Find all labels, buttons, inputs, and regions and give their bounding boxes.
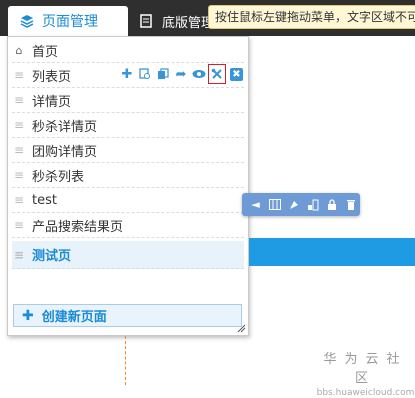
drag-handle-icon[interactable]: ≡ — [12, 248, 26, 262]
page-item-test[interactable]: ≡ test — [12, 188, 244, 213]
page-item-test-page[interactable]: ≡ 测试页 — [12, 241, 244, 269]
resize-handle-icon[interactable] — [237, 324, 246, 333]
create-page-button[interactable]: ✚ 创建新页面 — [13, 304, 242, 327]
plus-icon: ✚ — [22, 307, 34, 324]
tab-label: 页面管理 — [42, 14, 98, 30]
preview-icon[interactable] — [190, 64, 208, 84]
tab-label: 底版管理 — [162, 15, 215, 31]
delete-icon[interactable]: ✖ — [230, 67, 243, 81]
page-item-label: 列表页 — [32, 69, 72, 85]
drag-handle-icon[interactable]: ≡ — [12, 68, 26, 82]
guide-line — [125, 336, 126, 385]
settings-icon[interactable] — [208, 64, 226, 84]
page-item-label: 秒杀列表 — [32, 169, 85, 185]
page-item-actions: ✚ ➦ ✖ — [118, 64, 243, 84]
share-icon[interactable]: ➦ — [172, 64, 190, 84]
lock-icon[interactable] — [322, 197, 341, 213]
page-item-label: 团购详情页 — [32, 144, 98, 160]
drag-handle-icon[interactable]: ≡ — [12, 118, 26, 132]
duplicate-icon[interactable] — [154, 64, 172, 84]
tab-page-management[interactable]: 页面管理 — [8, 6, 128, 36]
page-item-label: 产品搜索结果页 — [32, 219, 124, 235]
page-item-label: 秒杀详情页 — [32, 119, 98, 135]
page-item-flash-sale-detail[interactable]: ≡ 秒杀详情页 — [12, 113, 244, 138]
copy-icon[interactable] — [136, 64, 154, 84]
document-icon — [140, 14, 154, 28]
move-icon[interactable]: ◄ — [246, 197, 265, 213]
layout-icon[interactable] — [303, 197, 322, 213]
tab-template-management[interactable]: 底版管理 — [136, 6, 216, 36]
module-toolbar: ◄ — [242, 193, 360, 216]
trash-icon[interactable] — [341, 197, 360, 213]
page-item-home[interactable]: ⌂ 首页 — [12, 38, 244, 63]
page-item-flash-sale-list[interactable]: ≡ 秒杀列表 — [12, 163, 244, 188]
home-icon: ⌂ — [15, 43, 23, 57]
create-page-label: 创建新页面 — [41, 310, 107, 325]
add-icon[interactable]: ✚ — [118, 64, 136, 84]
page-item-label: 测试页 — [32, 249, 72, 264]
watermark-title: 华为云社区 — [323, 352, 408, 386]
drag-hint-tooltip: 按住鼠标左键拖动菜单，文字区域不可 — [208, 5, 415, 29]
page-item-search-results[interactable]: ≡ 产品搜索结果页 — [12, 213, 244, 238]
page-item-detail[interactable]: ≡ 详情页 — [12, 88, 244, 113]
grid-icon[interactable] — [265, 197, 284, 213]
page-item-list[interactable]: ≡ 列表页 ✚ ➦ ✖ — [12, 63, 244, 88]
style-icon[interactable] — [284, 197, 303, 213]
page-header-block[interactable] — [249, 238, 415, 266]
page-item-group-buy-detail[interactable]: ≡ 团购详情页 — [12, 138, 244, 163]
page-item-label: test — [32, 192, 57, 208]
watermark: 华为云社区 bbs.huaweicloud.com — [316, 348, 415, 398]
page-item-label: 首页 — [32, 44, 59, 60]
page-item-label: 详情页 — [32, 94, 72, 110]
top-bar: 页面管理 底版管理 按住鼠标左键拖动菜单，文字区域不可 — [0, 0, 415, 36]
watermark-url: bbs.huaweicloud.com — [316, 388, 415, 398]
layers-icon — [20, 14, 34, 28]
drag-handle-icon[interactable]: ≡ — [12, 143, 26, 157]
drag-handle-icon[interactable]: ≡ — [12, 93, 26, 107]
drag-handle-icon[interactable]: ≡ — [12, 168, 26, 182]
drag-handle-icon[interactable]: ≡ — [12, 218, 26, 232]
page-list-panel: ⌂ 首页 ≡ 列表页 ✚ ➦ ✖ ≡ 详情页 ≡ 秒杀详情页 ≡ 团购详情页 ≡… — [7, 36, 249, 336]
drag-handle-icon[interactable]: ≡ — [12, 193, 26, 207]
